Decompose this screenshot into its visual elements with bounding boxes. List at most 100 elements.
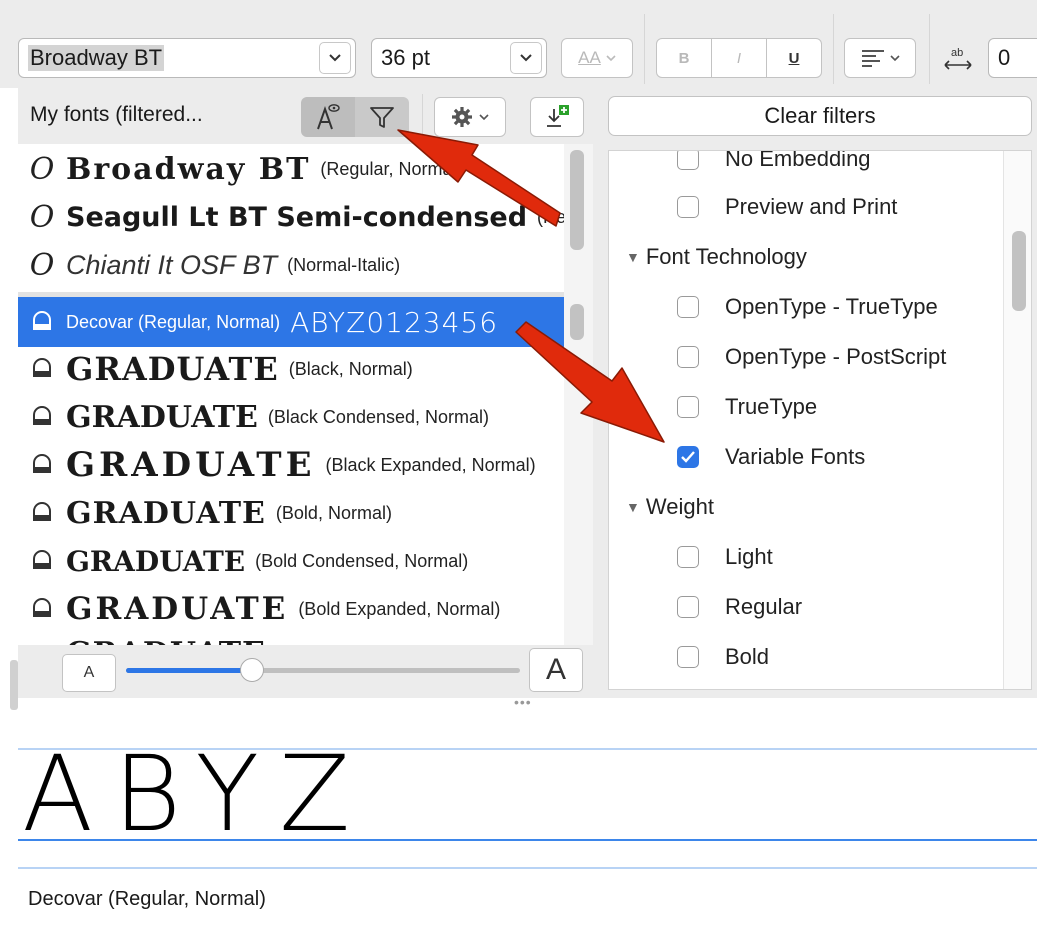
font-list[interactable]: O Broadway BT (Regular, Normal) O Seagul…	[18, 144, 564, 645]
variable-font-icon	[18, 598, 66, 620]
font-list-item[interactable]: O Broadway BT (Regular, Normal)	[18, 144, 564, 194]
checkbox[interactable]	[677, 646, 699, 668]
character-spacing-value[interactable]: 0	[989, 45, 1037, 71]
opentype-icon: O	[29, 199, 55, 235]
variable-font-icon	[18, 502, 66, 524]
character-spacing-input[interactable]: 0	[988, 38, 1037, 78]
font-style: (Bold Expanded, Normal)	[298, 598, 501, 619]
font-list-item[interactable]: GRADUATE (Bold, Normal)	[18, 488, 564, 538]
filter-option[interactable]: No Embedding	[677, 150, 871, 184]
font-list-item[interactable]: GRADUATE (Black Condensed, Normal)	[18, 392, 564, 442]
checkbox[interactable]	[677, 196, 699, 218]
filter-list-scrollbar-thumb[interactable]	[1012, 231, 1026, 311]
filter-icon	[370, 107, 394, 128]
preview-text: ABYZ	[22, 733, 371, 855]
opentype-icon: O	[29, 151, 55, 187]
filter-option[interactable]: Regular	[677, 582, 802, 632]
font-preview-icon	[317, 104, 340, 130]
variable-font-icon	[18, 311, 66, 333]
filter-list[interactable]: No Embedding Preview and Print ▼ Font Te…	[608, 150, 1032, 690]
filter-option-label: TrueType	[725, 394, 818, 419]
font-list-item[interactable]: O Chianti It OSF BT (Normal-Italic)	[18, 240, 564, 290]
font-list-item[interactable]: GRADUATE (Bold Expanded, Normal)	[18, 584, 564, 634]
checkbox-checked[interactable]	[677, 446, 699, 468]
font-preview-toggle-button[interactable]	[301, 97, 355, 137]
checkbox[interactable]	[677, 151, 699, 170]
font-list-item[interactable]: GRADUATE (Bold Condensed, Normal)	[18, 536, 564, 586]
checkbox[interactable]	[677, 296, 699, 318]
filter-option[interactable]: OpenType - TrueType	[677, 282, 938, 332]
preview-size-slider-knob[interactable]	[240, 658, 265, 682]
filter-option[interactable]: OpenType - PostScript	[677, 332, 946, 382]
font-name-combobox[interactable]: Broadway BT	[18, 38, 356, 78]
font-style: (Black, Normal)	[288, 358, 413, 379]
chevron-down-icon[interactable]	[319, 42, 351, 74]
filter-group-header[interactable]: ▼ Font Technology	[626, 232, 807, 282]
font-name: GRADUATE	[66, 636, 266, 646]
font-settings-button[interactable]	[434, 97, 506, 137]
font-name: Seagull Lt BT Semi-condensed	[66, 201, 528, 233]
filter-option-label: No Embedding	[725, 150, 871, 171]
preview-size-slider-track[interactable]	[126, 658, 520, 682]
font-name: GRADUATE	[66, 495, 266, 531]
filter-option[interactable]: TrueType	[677, 382, 817, 432]
clear-filters-label: Clear filters	[764, 103, 876, 128]
font-style: (Black Condensed, Normal)	[267, 406, 490, 427]
font-sample: ABYZ0123456	[290, 305, 499, 339]
underline-label: U	[788, 49, 800, 67]
font-style: (Black Expanded, Normal)	[325, 454, 536, 475]
get-more-fonts-button[interactable]	[530, 97, 584, 137]
filter-option[interactable]: Light	[677, 532, 773, 582]
font-list-item[interactable]: GRADUATE (Black, Normal)	[18, 344, 564, 394]
resize-handle-icon[interactable]: •••	[514, 695, 532, 709]
font-size-combobox[interactable]: 36 pt	[371, 38, 547, 78]
font-size-value[interactable]: 36 pt	[372, 45, 510, 71]
toolbar-divider	[929, 14, 930, 84]
italic-button[interactable]: I	[711, 38, 767, 78]
disclosure-triangle-icon[interactable]: ▼	[626, 249, 640, 265]
bold-button[interactable]: B	[656, 38, 712, 78]
filter-option[interactable]: Bold	[677, 632, 769, 682]
svg-text:ab: ab	[951, 47, 963, 59]
font-list-item-selected[interactable]: Decovar (Regular, Normal) ABYZ0123456	[18, 297, 564, 347]
download-fonts-icon	[547, 105, 569, 127]
alignment-button[interactable]	[844, 38, 916, 78]
chevron-down-icon[interactable]	[510, 42, 542, 74]
filter-group-header[interactable]: ▼ Weight	[626, 482, 714, 532]
checkbox[interactable]	[677, 596, 699, 618]
side-handle	[10, 660, 18, 710]
underline-button[interactable]: U	[766, 38, 822, 78]
clear-filters-button[interactable]: Clear filters	[608, 96, 1032, 136]
toolbar-divider	[644, 14, 645, 84]
checkbox[interactable]	[677, 346, 699, 368]
filter-option-label: Regular	[725, 594, 803, 619]
larger-preview-button[interactable]: A	[529, 648, 583, 692]
checkmark-icon	[681, 451, 695, 463]
font-style: (Bold, Normal)	[275, 502, 392, 523]
font-list-item[interactable]: GRADUATE	[18, 628, 564, 646]
font-name-value[interactable]: Broadway BT	[19, 45, 319, 71]
smaller-preview-button[interactable]: A	[62, 654, 116, 692]
gear-icon	[452, 107, 472, 127]
filter-option-label: OpenType - PostScript	[725, 344, 947, 369]
filter-option[interactable]: Variable Fonts	[677, 432, 865, 482]
smaller-preview-label: A	[83, 664, 95, 681]
variable-font-icon	[18, 358, 66, 380]
checkbox[interactable]	[677, 396, 699, 418]
chevron-down-icon	[479, 114, 489, 121]
font-name: GRADUATE	[66, 350, 279, 388]
filter-option[interactable]: Preview and Print	[677, 182, 897, 232]
font-list-scrollbar-thumb[interactable]	[570, 304, 584, 340]
filter-group-label: Font Technology	[645, 244, 807, 269]
filter-button[interactable]	[355, 97, 409, 137]
filter-option-label: Variable Fonts	[725, 444, 866, 469]
font-list-scrollbar-thumb[interactable]	[570, 150, 584, 250]
disclosure-triangle-icon[interactable]: ▼	[626, 499, 640, 515]
change-case-button[interactable]: AA	[561, 38, 633, 78]
font-list-item[interactable]: GRADUATE (Black Expanded, Normal)	[18, 440, 564, 490]
font-style: (Regular, Normal)	[537, 206, 564, 227]
preview-caption: Decovar (Regular, Normal)	[28, 888, 266, 910]
filter-group-label: Weight	[645, 494, 714, 519]
font-list-item[interactable]: O Seagull Lt BT Semi-condensed (Regular,…	[18, 192, 564, 242]
checkbox[interactable]	[677, 546, 699, 568]
